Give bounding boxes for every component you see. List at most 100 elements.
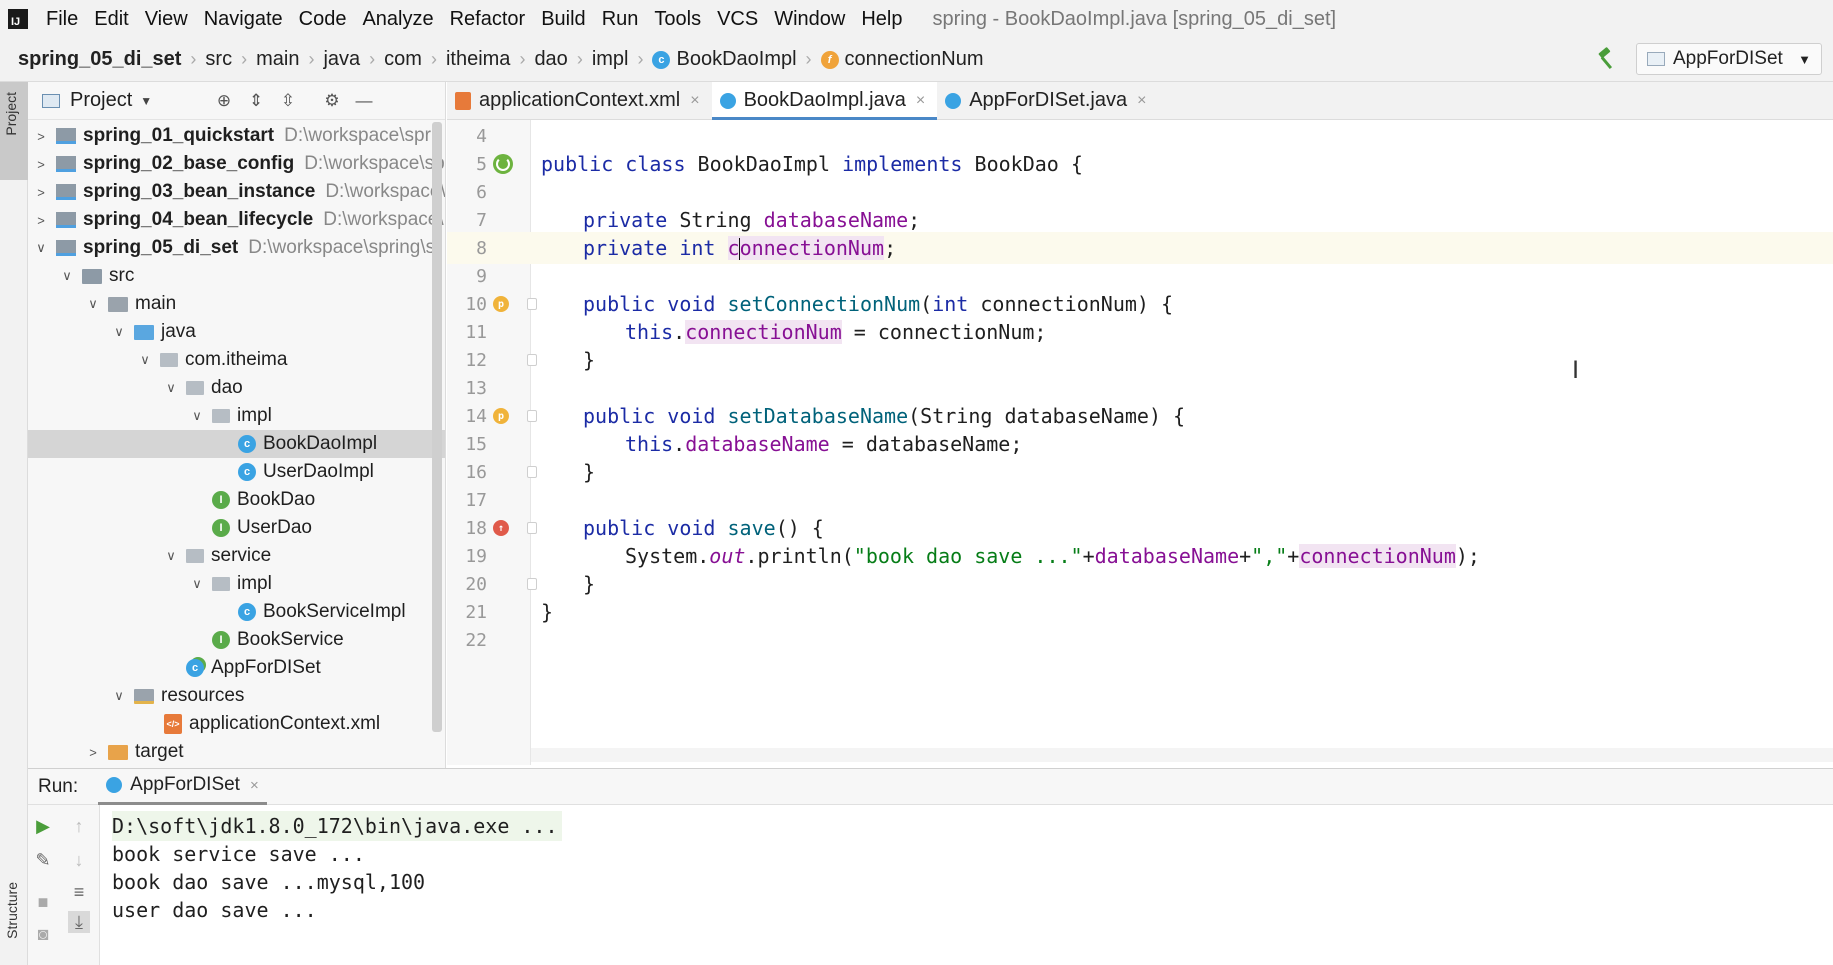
chevron-down-icon[interactable]: ∨ <box>164 380 178 396</box>
breadcrumb-java[interactable]: java <box>323 48 360 71</box>
spring-property-icon[interactable]: p <box>493 408 509 424</box>
soft-wrap-icon[interactable]: ≡ <box>68 881 90 903</box>
gear-icon[interactable]: ⚙ <box>322 91 342 111</box>
breadcrumb-itheima[interactable]: itheima <box>446 48 510 71</box>
tree-item-spring-04[interactable]: > spring_04_bean_lifecycle D:\workspace\ <box>28 206 445 234</box>
tab-bookdaoimpl-java[interactable]: BookDaoImpl.java × <box>711 82 938 120</box>
tree-scrollbar[interactable] <box>432 122 442 732</box>
menu-build[interactable]: Build <box>533 8 593 31</box>
menu-refactor[interactable]: Refactor <box>442 8 534 31</box>
tree-item-src[interactable]: ∨ src <box>28 262 445 290</box>
tree-item-main[interactable]: ∨ main <box>28 290 445 318</box>
fold-marker-icon[interactable] <box>527 466 537 478</box>
menu-edit[interactable]: Edit <box>86 8 136 31</box>
menu-file[interactable]: File <box>38 8 86 31</box>
fold-marker-icon[interactable] <box>527 578 537 590</box>
chevron-down-icon[interactable]: ∨ <box>112 324 126 340</box>
tree-item-appfordiset[interactable]: c AppForDISet <box>28 654 445 682</box>
chevron-down-icon[interactable]: ∨ <box>34 240 48 256</box>
run-configuration-select[interactable]: AppForDISet ▼ <box>1636 43 1822 75</box>
tree-item-spring-05[interactable]: ∨ spring_05_di_set D:\workspace\spring\s <box>28 234 445 262</box>
tree-item-package-com-itheima[interactable]: ∨ com.itheima <box>28 346 445 374</box>
chevron-down-icon[interactable]: ∨ <box>164 548 178 564</box>
tree-item-userdao[interactable]: I UserDao <box>28 514 445 542</box>
tree-item-userdaoimpl[interactable]: c UserDaoImpl <box>28 458 445 486</box>
chevron-right-icon[interactable]: > <box>34 213 48 228</box>
expand-all-icon[interactable]: ⇕ <box>246 91 266 111</box>
wrench-icon[interactable]: ✎ <box>32 849 54 871</box>
structure-tool-window-button[interactable]: Structure <box>4 882 20 939</box>
fold-marker-icon[interactable] <box>527 522 537 534</box>
tree-item-package-dao[interactable]: ∨ dao <box>28 374 445 402</box>
collapse-all-icon[interactable]: ⇳ <box>278 91 298 111</box>
scroll-to-end-icon[interactable]: ⤓ <box>68 911 90 933</box>
chevron-down-icon[interactable]: ∨ <box>86 296 100 312</box>
menu-window[interactable]: Window <box>766 8 853 31</box>
tree-item-java[interactable]: ∨ java <box>28 318 445 346</box>
chevron-down-icon[interactable]: ∨ <box>60 268 74 284</box>
tree-item-target[interactable]: > target <box>28 738 445 766</box>
menu-analyze[interactable]: Analyze <box>354 8 441 31</box>
build-hammer-icon[interactable] <box>1596 47 1620 71</box>
breadcrumb-dao[interactable]: dao <box>534 48 567 71</box>
close-icon[interactable]: × <box>690 92 699 110</box>
spring-bean-icon[interactable] <box>493 154 513 174</box>
tree-item-spring-02[interactable]: > spring_02_base_config D:\workspace\sp <box>28 150 445 178</box>
arrow-up-icon[interactable]: ↑ <box>68 815 90 837</box>
console-output[interactable]: D:\soft\jdk1.8.0_172\bin\java.exe ... bo… <box>100 805 1833 965</box>
arrow-down-icon[interactable]: ↓ <box>68 849 90 871</box>
close-icon[interactable]: × <box>250 777 259 794</box>
close-icon[interactable]: × <box>916 92 925 110</box>
tree-item-package-service[interactable]: ∨ service <box>28 542 445 570</box>
menu-tools[interactable]: Tools <box>646 8 709 31</box>
breadcrumb-main[interactable]: main <box>256 48 299 71</box>
breadcrumb-field[interactable]: f connectionNum <box>820 48 984 71</box>
tree-item-spring-03[interactable]: > spring_03_bean_instance D:\workspace\ <box>28 178 445 206</box>
fold-marker-icon[interactable] <box>527 298 537 310</box>
close-icon[interactable]: × <box>1137 92 1146 110</box>
chevron-right-icon[interactable]: > <box>34 185 48 200</box>
camera-icon[interactable]: ◙ <box>32 923 54 945</box>
tree-item-bookdao[interactable]: I BookDao <box>28 486 445 514</box>
chevron-right-icon[interactable]: > <box>34 157 48 172</box>
rerun-icon[interactable]: ▶ <box>32 815 54 837</box>
code-editor[interactable]: 4 5 public class BookDaoImpl implements … <box>447 120 1833 765</box>
tree-item-package-service-impl[interactable]: ∨ impl <box>28 570 445 598</box>
chevron-down-icon[interactable]: ▼ <box>140 94 152 108</box>
breadcrumb-impl[interactable]: impl <box>592 48 629 71</box>
chevron-down-icon[interactable]: ∨ <box>112 688 126 704</box>
chevron-right-icon[interactable]: > <box>86 745 100 760</box>
fold-marker-icon[interactable] <box>527 410 537 422</box>
menu-run[interactable]: Run <box>594 8 647 31</box>
tree-item-bookdaoimpl[interactable]: c BookDaoImpl <box>28 430 445 458</box>
editor-horizontal-scrollbar[interactable] <box>531 748 1833 762</box>
breadcrumb-com[interactable]: com <box>384 48 422 71</box>
locate-file-icon[interactable]: ⊕ <box>214 91 234 111</box>
breadcrumb-module[interactable]: spring_05_di_set <box>0 48 181 71</box>
breadcrumb-class[interactable]: c BookDaoImpl <box>652 48 797 71</box>
menu-view[interactable]: View <box>137 8 196 31</box>
implements-method-icon[interactable]: ↑ <box>493 520 509 536</box>
tree-item-package-dao-impl[interactable]: ∨ impl <box>28 402 445 430</box>
chevron-right-icon[interactable]: > <box>34 129 48 144</box>
spring-property-icon[interactable]: p <box>493 296 509 312</box>
tab-appfordiset-java[interactable]: AppForDISet.java × <box>937 82 1158 119</box>
tree-item-bookservice[interactable]: I BookService <box>28 626 445 654</box>
minimize-icon[interactable]: — <box>354 91 374 111</box>
menu-vcs[interactable]: VCS <box>709 8 766 31</box>
fold-marker-icon[interactable] <box>527 354 537 366</box>
breadcrumb-src[interactable]: src <box>205 48 232 71</box>
chevron-down-icon[interactable]: ∨ <box>190 576 204 592</box>
menu-help[interactable]: Help <box>853 8 910 31</box>
chevron-down-icon[interactable]: ∨ <box>138 352 152 368</box>
menu-code[interactable]: Code <box>291 8 355 31</box>
menu-navigate[interactable]: Navigate <box>196 8 291 31</box>
tree-item-spring-01[interactable]: > spring_01_quickstart D:\workspace\spri <box>28 122 445 150</box>
project-tool-window-button[interactable]: Project <box>0 82 28 180</box>
tab-applicationcontext-xml[interactable]: applicationContext.xml × <box>447 82 712 119</box>
tree-item-resources[interactable]: ∨ resources <box>28 682 445 710</box>
project-view-selector[interactable]: Project <box>70 89 132 112</box>
tree-item-bookserviceimpl[interactable]: c BookServiceImpl <box>28 598 445 626</box>
tree-item-applicationcontext-xml[interactable]: </> applicationContext.xml <box>28 710 445 738</box>
chevron-down-icon[interactable]: ∨ <box>190 408 204 424</box>
